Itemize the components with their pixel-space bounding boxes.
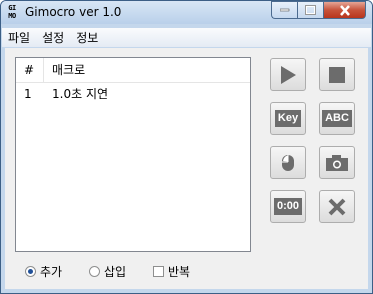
list-item[interactable]: 1 1.0초 지연 xyxy=(16,84,108,104)
close-icon xyxy=(339,4,350,16)
x-icon xyxy=(328,198,346,215)
radio-add-label: 추가 xyxy=(40,265,63,279)
checkbox-repeat-box[interactable] xyxy=(153,266,164,277)
list-item-number: 1 xyxy=(24,87,32,101)
radio-insert[interactable]: 삽입 xyxy=(89,263,126,280)
maximize-icon xyxy=(305,5,316,15)
minimize-icon xyxy=(279,8,289,12)
window-controls xyxy=(271,1,366,19)
radio-add[interactable]: 추가 xyxy=(25,263,62,280)
app-logo-icon: GI MO xyxy=(8,4,16,20)
mouse-icon xyxy=(282,154,294,171)
menu-bar: 파일 설정 정보 xyxy=(2,28,371,47)
window-title: Gimocro ver 1.0 xyxy=(25,5,122,19)
key-button[interactable]: Key xyxy=(270,102,306,135)
column-header-macro[interactable]: 매크로 xyxy=(44,58,85,82)
play-button[interactable] xyxy=(270,58,306,91)
delete-button[interactable] xyxy=(319,190,355,223)
radio-insert-indicator[interactable] xyxy=(89,266,100,277)
macro-list[interactable]: # 매크로 1 1.0초 지연 xyxy=(15,57,251,252)
camera-icon xyxy=(326,154,348,171)
column-header-number[interactable]: # xyxy=(16,58,44,82)
close-button[interactable] xyxy=(323,1,366,19)
title-bar[interactable]: GI MO Gimocro ver 1.0 xyxy=(1,1,372,24)
minimize-button[interactable] xyxy=(271,1,297,19)
time-label: 0:00 xyxy=(273,198,303,215)
main-window: GI MO Gimocro ver 1.0 파일 설정 정보 # 매크로 1 1… xyxy=(0,0,373,294)
checkbox-repeat-label: 반복 xyxy=(168,265,191,279)
client-area: # 매크로 1 1.0초 지연 Key ABC 0:00 추가 삽입 반복 xyxy=(5,48,368,289)
menu-file[interactable]: 파일 xyxy=(2,29,36,46)
checkbox-repeat[interactable]: 반복 xyxy=(153,263,190,280)
key-label: Key xyxy=(274,110,302,127)
radio-insert-label: 삽입 xyxy=(104,265,127,279)
radio-add-indicator[interactable] xyxy=(25,266,36,277)
options-bar: 추가 삽입 반복 xyxy=(5,262,368,282)
delay-button[interactable]: 0:00 xyxy=(270,190,306,223)
menu-info[interactable]: 정보 xyxy=(70,29,104,46)
stop-icon xyxy=(329,66,345,83)
text-button[interactable]: ABC xyxy=(319,102,355,135)
mouse-button[interactable] xyxy=(270,146,306,179)
menu-settings[interactable]: 설정 xyxy=(36,29,70,46)
maximize-button[interactable] xyxy=(297,1,323,19)
stop-button[interactable] xyxy=(319,58,355,91)
list-item-name: 1.0초 지연 xyxy=(52,87,109,101)
capture-button[interactable] xyxy=(319,146,355,179)
play-icon xyxy=(281,65,296,84)
abc-label: ABC xyxy=(322,110,352,127)
list-header: # 매크로 xyxy=(16,58,250,83)
